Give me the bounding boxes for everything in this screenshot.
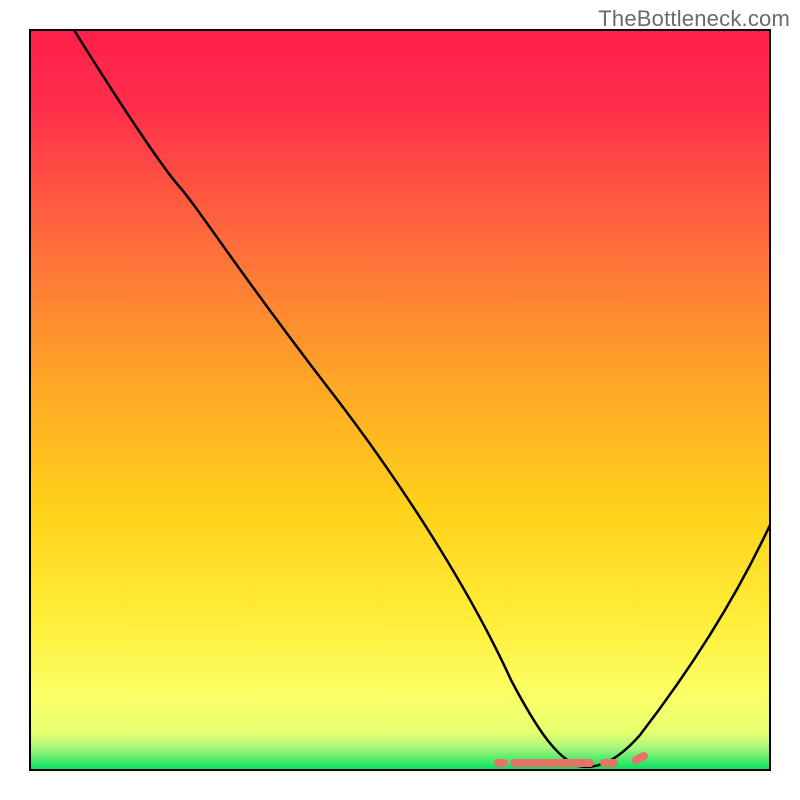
gradient-background <box>30 30 770 770</box>
watermark-text: TheBottleneck.com <box>598 6 790 32</box>
plot-area <box>30 30 770 770</box>
bottleneck-chart <box>0 0 800 800</box>
